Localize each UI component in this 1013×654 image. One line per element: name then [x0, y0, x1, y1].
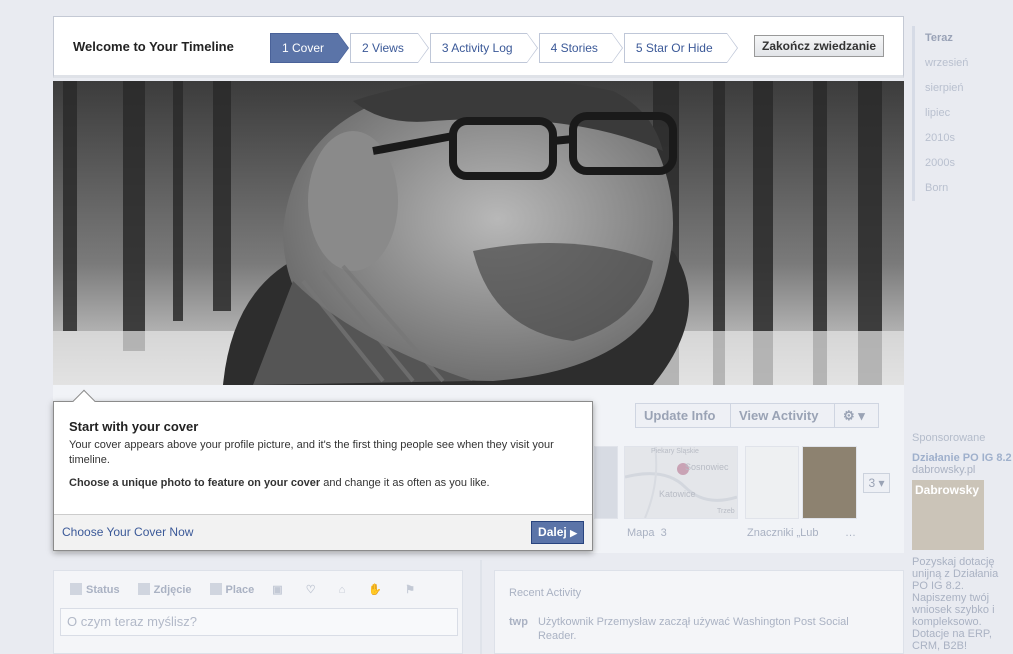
sponsored-label: Sponsorowane [912, 432, 986, 444]
card-instruction: Choose a unique photo to feature on your… [69, 476, 579, 491]
tour-steps: 1 Cover 2 Views 3 Activity Log 4 Stories… [270, 33, 739, 63]
life-event-icons[interactable]: ▣ ♡ ⌂ ✋ ⚑ [272, 583, 425, 596]
recent-activity-title: Recent Activity [509, 587, 582, 599]
more-count: 3 [868, 476, 876, 490]
map-place-label: Katowice [659, 489, 696, 499]
ad-title[interactable]: Działanie PO IG 8.2 [912, 452, 1013, 464]
map-place-label: Piekary Śląskie [651, 447, 699, 455]
status-composer: Status Zdjęcie Place ▣ ♡ ⌂ ✋ ⚑ O czym te… [53, 570, 463, 654]
choose-cover-link[interactable]: Choose Your Cover Now [62, 525, 193, 539]
place-pin-icon [209, 583, 222, 595]
more-photos-button[interactable]: 3 ▾ [863, 473, 890, 493]
tab-place-label: Place [225, 584, 255, 596]
photo-icon [137, 583, 150, 595]
tags-label[interactable]: Znaczniki „Lub [747, 527, 819, 539]
recent-activity-box: Recent Activity twp Użytkownik Przemysła… [494, 570, 904, 654]
view-activity-button[interactable]: View Activity [731, 403, 835, 428]
cover-photo[interactable] [53, 81, 904, 385]
nav-item-september[interactable]: wrzesień [915, 51, 1013, 76]
tab-photo-label: Zdjęcie [153, 584, 192, 596]
app-badge-icon: twp [509, 616, 528, 628]
map-count: 3 [660, 527, 667, 539]
card-instruction-bold: Choose a unique photo to feature on your… [69, 477, 321, 489]
nav-item-born[interactable]: Born [915, 176, 1013, 201]
chevron-right-icon: ▶ [570, 528, 577, 538]
status-icon [70, 583, 82, 595]
map-place-label: Sosnowiec [685, 462, 729, 472]
map-label[interactable]: Mapa 3 [627, 527, 667, 539]
nav-item-august[interactable]: sierpień [915, 76, 1013, 101]
settings-gear-icon[interactable]: ⚙ ▾ [835, 403, 879, 428]
ad-image[interactable]: Dabrowsky [912, 480, 984, 550]
card-description: Your cover appears above your profile pi… [69, 439, 554, 466]
nav-item-now[interactable]: Teraz [915, 26, 1013, 51]
tab-place[interactable]: Place [209, 583, 255, 596]
update-info-button[interactable]: Update Info [635, 403, 731, 428]
nav-item-2000s[interactable]: 2000s [915, 151, 1013, 176]
tab-status-label: Status [86, 584, 120, 596]
finish-tour-button[interactable]: Zakończ zwiedzanie [754, 35, 885, 57]
cover-tooltip-card: Start with your cover Your cover appears… [53, 389, 593, 551]
tour-step-activity-log[interactable]: 3 Activity Log [429, 33, 538, 63]
nav-item-2010s[interactable]: 2010s [915, 126, 1013, 151]
card-title: Start with your cover [69, 419, 199, 434]
tour-title: Welcome to Your Timeline [73, 39, 234, 54]
recent-activity-text: Użytkownik Przemysław zaczął używać Wash… [537, 616, 849, 642]
map-label-text: Mapa [627, 527, 655, 539]
sponsored-ad: Sponsorowane Działanie PO IG 8.2 dabrows… [912, 432, 1013, 652]
card-footer: Choose Your Cover Now Dalej ▶ [54, 514, 592, 550]
ad-domain[interactable]: dabrowsky.pl [912, 464, 1013, 476]
tour-step-views[interactable]: 2 Views [350, 33, 429, 63]
timeline-year-nav: Teraz wrzesień sierpień lipiec 2010s 200… [912, 26, 1013, 201]
nav-item-july[interactable]: lipiec [915, 101, 1013, 126]
timeline-tour-bar: Welcome to Your Timeline 1 Cover 2 Views… [53, 16, 904, 78]
ad-body: Pozyskaj dotację unijną z Działania PO I… [912, 556, 999, 652]
recent-activity-item[interactable]: twp Użytkownik Przemysław zaczął używać … [509, 615, 889, 643]
card-instruction-rest: and change it as often as you like. [320, 477, 490, 489]
tag-photo-thumbnail-2[interactable] [802, 446, 857, 519]
timeline-spine [480, 560, 482, 654]
photos-thumbnail[interactable] [594, 446, 618, 519]
status-input[interactable]: O czym teraz myślisz? [60, 608, 458, 636]
tour-step-star-or-hide[interactable]: 5 Star Or Hide [623, 33, 738, 63]
tour-step-stories[interactable]: 4 Stories [538, 33, 624, 63]
next-button[interactable]: Dalej ▶ [531, 521, 584, 544]
more-ellipsis: … [845, 527, 856, 539]
map-place-label: Trzeb [717, 508, 735, 515]
tag-photo-thumbnail-1[interactable] [745, 446, 799, 519]
next-button-label: Dalej [538, 525, 567, 539]
tour-step-cover[interactable]: 1 Cover [270, 33, 350, 63]
cover-photo-image [53, 81, 904, 385]
tab-photo[interactable]: Zdjęcie [137, 583, 192, 596]
tab-status[interactable]: Status [70, 583, 120, 596]
map-thumbnail[interactable]: Piekary Śląskie Sosnowiec Katowice Trzeb [624, 446, 738, 519]
